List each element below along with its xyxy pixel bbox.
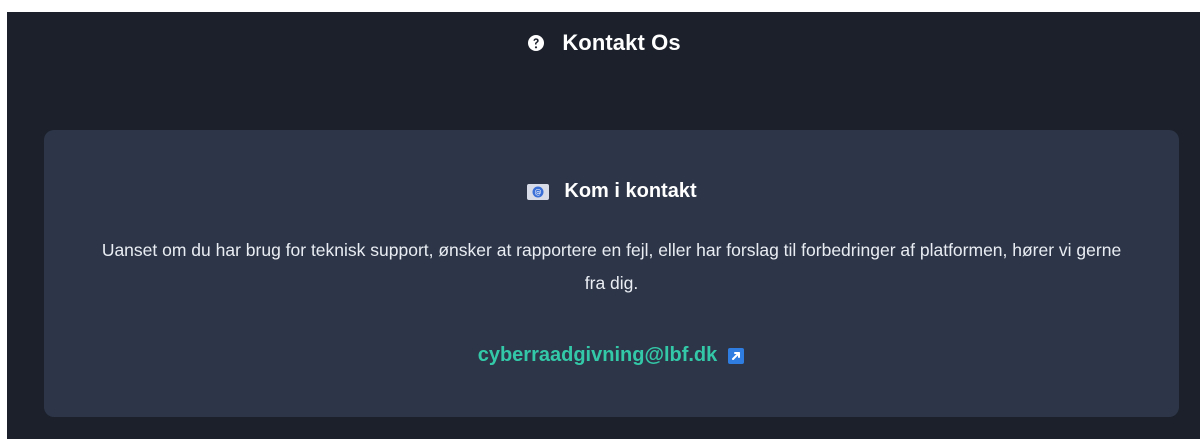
contact-card: @ Kom i kontakt Uanset om du har brug fo…	[44, 130, 1179, 417]
card-header: @ Kom i kontakt	[44, 180, 1179, 203]
email-icon: @	[526, 182, 550, 202]
contact-email-row: cyberraadgivning@lbf.dk	[44, 344, 1179, 367]
card-description: Uanset om du har brug for teknisk suppor…	[101, 240, 1122, 293]
card-title: Kom i kontakt	[564, 180, 697, 202]
email-link[interactable]: cyberraadgivning@lbf.dk	[478, 344, 718, 367]
external-link-icon[interactable]	[727, 347, 745, 365]
page-header: Kontakt Os	[7, 30, 1200, 56]
svg-text:@: @	[535, 188, 542, 196]
question-circle-icon	[526, 33, 546, 53]
contact-page: Kontakt Os @ Kom i kontakt Uanset om du …	[7, 12, 1200, 439]
page-title: Kontakt Os	[562, 30, 681, 55]
